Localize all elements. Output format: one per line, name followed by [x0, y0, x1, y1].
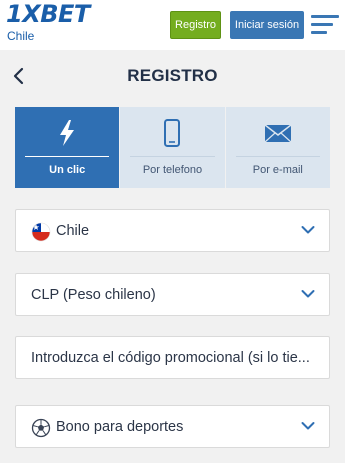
bonus-value: Bono para deportes [56, 419, 184, 435]
page-header: REGISTRO [0, 50, 345, 105]
tab-phone[interactable]: Por telefono [120, 107, 226, 188]
chevron-down-icon [301, 226, 315, 234]
bonus-select[interactable]: Bono para deportes [15, 405, 330, 448]
logo-region: Chile [7, 29, 35, 43]
login-button[interactable]: Iniciar sesión [230, 11, 304, 39]
tab-email[interactable]: Por e-mail [225, 107, 330, 188]
chile-flag-icon [31, 222, 51, 242]
currency-select[interactable]: CLP (Peso chileno) [15, 273, 330, 316]
tab-divider [235, 156, 320, 157]
promo-code-placeholder: Introduzca el código promocional (si lo … [31, 350, 310, 366]
tab-one-click[interactable]: Un clic [15, 107, 121, 188]
tab-label: Por e-mail [252, 164, 303, 176]
country-select[interactable]: Chile [15, 209, 330, 252]
envelope-icon [264, 124, 292, 143]
page-title: REGISTRO [127, 66, 218, 85]
promo-code-input[interactable]: Introduzca el código promocional (si lo … [15, 336, 330, 379]
tab-divider [130, 156, 215, 157]
tab-label: Por telefono [142, 164, 203, 176]
soccer-ball-icon [31, 418, 51, 438]
register-button[interactable]: Registro [170, 11, 221, 39]
chevron-down-icon [301, 422, 315, 430]
phone-icon [164, 119, 181, 147]
tab-label: Un clic [49, 164, 86, 176]
logo[interactable]: 1XBET Chile [6, 0, 90, 42]
logo-text: 1XBET [6, 0, 90, 28]
header: 1XBET Chile Registro Iniciar sesión [0, 0, 345, 50]
registration-tabs: Un clic Por telefono Por e-mail [15, 107, 330, 188]
chevron-down-icon [301, 290, 315, 298]
country-value: Chile [56, 223, 90, 239]
tab-divider [25, 156, 110, 157]
hamburger-icon[interactable] [311, 15, 339, 35]
currency-value: CLP (Peso chileno) [31, 287, 156, 303]
lightning-icon [60, 120, 75, 146]
